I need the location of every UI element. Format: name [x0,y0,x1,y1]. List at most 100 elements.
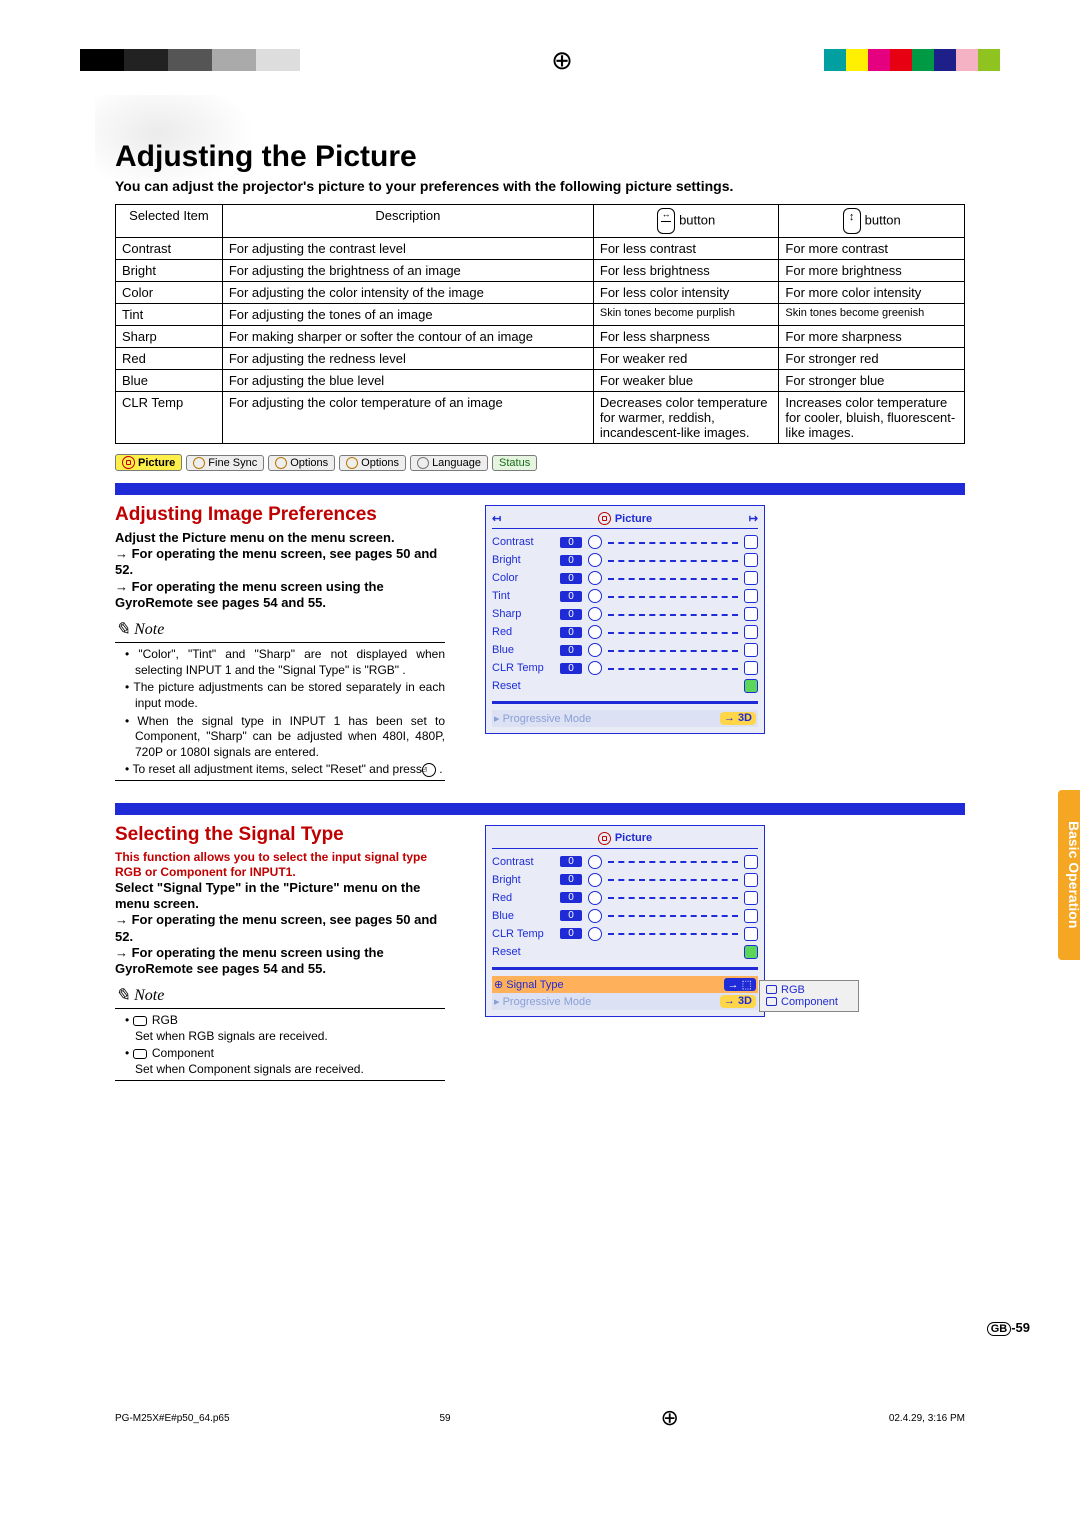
osd-next-arrow[interactable]: ↦ [749,512,758,525]
note-rule [115,642,445,643]
note-rule-end [115,1080,445,1081]
osd-title: Picture [615,513,652,525]
table-row: RedFor adjusting the redness levelFor we… [116,348,965,370]
grayscale-swatches [80,49,300,71]
language-icon [417,457,429,469]
note-pen-icon: ✎ [115,985,130,1006]
component-icon [133,1049,147,1059]
osd-row-clr-temp[interactable]: CLR Temp0 [492,659,758,677]
ref-gyroremote-1: → For operating the menu screen using th… [115,579,445,612]
tab-options-2[interactable]: Options [339,455,406,471]
page-content: Adjusting the Picture You can adjust the… [115,100,965,1081]
table-cell: For less sharpness [593,326,779,348]
table-cell: CLR Temp [116,392,223,444]
note-item: "Color", "Tint" and "Sharp" are not disp… [125,647,445,678]
table-cell: Bright [116,260,223,282]
left-right-button-icon [657,208,675,234]
table-cell: For making sharper or softer the contour… [222,326,593,348]
th-description: Description [222,205,593,238]
osd-row-red[interactable]: Red0 [492,889,758,907]
osd-picture-rgb: Picture Contrast0Bright0Red0Blue0CLR Tem… [485,825,765,1017]
note-item: The picture adjustments can be stored se… [125,680,445,711]
page-number: GB-59 [987,1320,1030,1336]
option-rgb[interactable]: RGB [766,984,852,996]
table-cell: Increases color temperature for cooler, … [779,392,965,444]
th-button-left: button [593,205,779,238]
register-mark-icon: ⊕ [660,1405,678,1431]
tab-options-1[interactable]: Options [268,455,335,471]
osd-row-sharp[interactable]: Sharp0 [492,605,758,623]
enter-icon: ⏎ [422,763,436,777]
osd-picture-full: ↤ Picture ↦ Contrast0Bright0Color0Tint0S… [485,505,765,734]
gb-badge: GB [987,1322,1012,1336]
tab-status[interactable]: Status [492,455,537,471]
print-calibration-bar: ⊕ [80,45,1000,75]
table-cell: Red [116,348,223,370]
table-cell: For less color intensity [593,282,779,304]
osd-progressive-row[interactable]: ▸ Progressive Mode → 3D [492,710,758,727]
osd-title: Picture [615,832,652,844]
option-component[interactable]: Component [766,996,852,1008]
note-item: When the signal type in INPUT 1 has been… [125,714,445,761]
osd-row-blue[interactable]: Blue0 [492,907,758,925]
table-cell: For adjusting the contrast level [222,238,593,260]
osd-row-clr-temp[interactable]: CLR Temp0 [492,925,758,943]
ref-gyroremote-2: → For operating the menu screen using th… [115,945,445,978]
fine-sync-icon [193,457,205,469]
note-rgb: RGBSet when RGB signals are received. [125,1013,445,1044]
picture-icon [122,456,135,469]
options-icon [275,457,287,469]
tab-fine-sync[interactable]: Fine Sync [186,455,264,471]
color-swatches [824,49,1000,71]
table-cell: For adjusting the brightness of an image [222,260,593,282]
osd-menubar: Picture Fine Sync Options Options Langua… [115,454,965,471]
osd-row-tint[interactable]: Tint0 [492,587,758,605]
note-item: To reset all adjustment items, select "R… [125,762,445,778]
table-cell: For stronger red [779,348,965,370]
note-rule-end [115,780,445,781]
print-footer: PG-M25X#E#p50_64.p65 59 ⊕ 02.4.29, 3:16 … [115,1405,965,1431]
section-divider [115,803,965,815]
table-row: SharpFor making sharper or softer the co… [116,326,965,348]
notes-list-2: RGBSet when RGB signals are received. Co… [115,1013,445,1077]
osd-row-contrast[interactable]: Contrast0 [492,533,758,551]
ref-menu-screen-1: → For operating the menu screen, see pag… [115,546,445,579]
component-icon [766,997,777,1006]
osd-row-bright[interactable]: Bright0 [492,551,758,569]
picture-icon [598,832,611,845]
osd-row-reset[interactable]: Reset [492,943,758,961]
footer-page: 59 [439,1413,450,1424]
notes-list-1: "Color", "Tint" and "Sharp" are not disp… [115,647,445,778]
osd-row-bright[interactable]: Bright0 [492,871,758,889]
table-cell: For more contrast [779,238,965,260]
table-cell: Contrast [116,238,223,260]
table-cell: For weaker red [593,348,779,370]
table-cell: Sharp [116,326,223,348]
osd-row-color[interactable]: Color0 [492,569,758,587]
tab-language[interactable]: Language [410,455,488,471]
osd-row-reset[interactable]: Reset [492,677,758,695]
osd-progressive-row[interactable]: ▸ Progressive Mode → 3D [492,993,758,1010]
tab-picture[interactable]: Picture [115,454,182,471]
osd-prev-arrow[interactable]: ↤ [492,512,501,525]
up-down-button-icon [843,208,861,234]
table-cell: For adjusting the blue level [222,370,593,392]
table-cell: Skin tones become purplish [593,304,779,326]
osd-row-blue[interactable]: Blue0 [492,641,758,659]
table-cell: For adjusting the color intensity of the… [222,282,593,304]
signal-type-intro: This function allows you to select the i… [115,850,445,880]
osd-row-contrast[interactable]: Contrast0 [492,853,758,871]
footer-file: PG-M25X#E#p50_64.p65 [115,1413,230,1424]
osd-signal-type-row[interactable]: ⊕ Signal Type → ⬚ [492,976,758,993]
table-cell: For more sharpness [779,326,965,348]
note-header-1: ✎ Note [115,619,445,640]
table-cell: For adjusting the tones of an image [222,304,593,326]
lead-adjust-picture: Adjust the Picture menu on the menu scre… [115,530,445,546]
options-icon [346,457,358,469]
table-cell: For adjusting the redness level [222,348,593,370]
table-row: BrightFor adjusting the brightness of an… [116,260,965,282]
picture-settings-table: Selected Item Description button button … [115,204,965,444]
osd-row-red[interactable]: Red0 [492,623,758,641]
heading-adjusting-image-prefs: Adjusting Image Preferences [115,505,445,526]
table-cell: Tint [116,304,223,326]
